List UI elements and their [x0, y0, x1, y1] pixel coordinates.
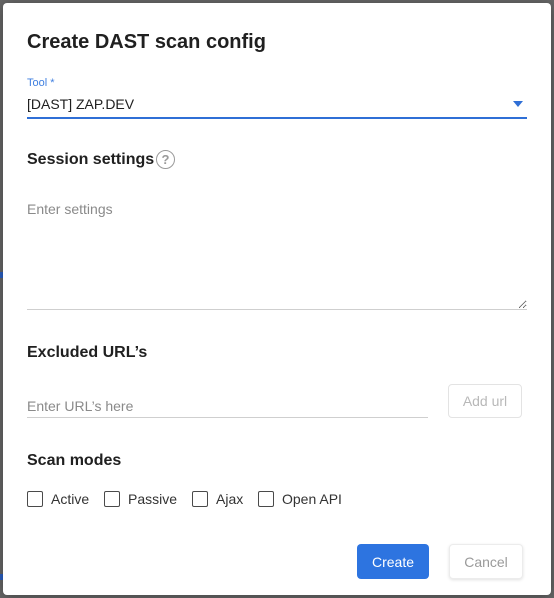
checkbox-empty-icon[interactable] [192, 491, 208, 507]
chevron-down-icon[interactable] [513, 101, 523, 107]
session-settings-title: Session settings [27, 151, 155, 168]
help-icon[interactable]: ? [156, 150, 175, 169]
session-settings-textarea[interactable] [27, 201, 527, 310]
scan-mode-open-api[interactable]: Open API [258, 490, 343, 508]
scan-mode-label: Active [51, 491, 90, 507]
dialog-title: Create DAST scan config [27, 31, 266, 53]
create-button[interactable]: Create [357, 544, 429, 579]
checkbox-empty-icon[interactable] [27, 491, 43, 507]
scan-mode-passive[interactable]: Passive [104, 490, 179, 508]
scan-mode-label: Ajax [216, 491, 244, 507]
scan-mode-label: Passive [128, 491, 178, 507]
tool-selected-value: [DAST] ZAP.DEV [27, 96, 135, 112]
tool-select[interactable]: [DAST] ZAP.DEV [27, 91, 527, 119]
create-dast-dialog: Create DAST scan config Tool * [DAST] ZA… [3, 3, 551, 595]
cancel-button[interactable]: Cancel [449, 544, 523, 579]
scan-mode-label: Open API [282, 491, 342, 507]
checkbox-empty-icon[interactable] [104, 491, 120, 507]
checkbox-empty-icon[interactable] [258, 491, 274, 507]
excluded-urls-title: Excluded URL’s [27, 344, 148, 361]
scan-mode-active[interactable]: Active [27, 490, 92, 508]
tool-field-label: Tool * [27, 77, 55, 89]
scan-mode-ajax[interactable]: Ajax [192, 490, 247, 508]
scan-modes-title: Scan modes [27, 452, 122, 469]
add-url-button[interactable]: Add url [448, 384, 522, 418]
excluded-url-input[interactable] [27, 395, 428, 418]
